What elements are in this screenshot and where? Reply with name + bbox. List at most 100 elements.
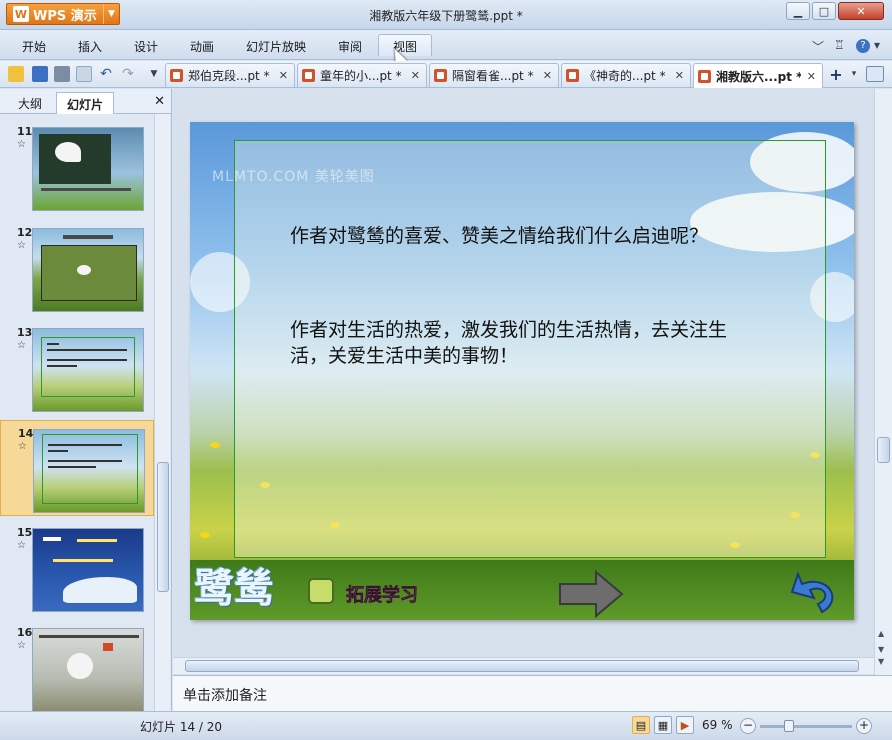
slide-thumbnail[interactable] [32,528,144,612]
slide-thumbnail-list: 11 ☆ 12 ☆ 13 ☆ 14 ☆ 15 ☆ 16 ☆ [0,114,154,711]
status-bar: 幻灯片 14 / 20 ▤ ▦ ▶ 69 % − + [0,711,892,740]
slide-counter: 幻灯片 14 / 20 [140,720,223,734]
chevron-down-icon[interactable]: ▾ [874,38,880,52]
horizontal-scrollbar[interactable] [173,657,874,674]
undo-icon[interactable]: ↶ [98,66,114,82]
ppt-file-icon [434,69,447,82]
document-tab[interactable]: 郑伯克段...pt * ✕ [165,63,295,87]
slide-thumbnail[interactable] [32,127,144,211]
ppt-file-icon [698,69,711,83]
document-tab[interactable]: 童年的小...pt * ✕ [297,63,427,87]
close-panel-icon[interactable]: ✕ [154,94,165,109]
animation-star-icon: ☆ [17,240,26,251]
maximize-button[interactable]: □ [812,2,836,20]
open-folder-icon[interactable] [8,66,24,82]
thumbnail-scrollbar-thumb[interactable] [157,462,169,592]
next-arrow-icon[interactable] [558,570,624,618]
panel-tabs: 大纲 幻灯片 ✕ [0,89,171,114]
app-menu-label: WPS 演示 [33,8,97,24]
menu-view[interactable]: 视图 [378,34,432,56]
ribbon-collapse-icon[interactable]: ﹀ [812,38,824,55]
slide-thumbnail-row[interactable]: 16 ☆ [0,620,154,711]
redo-icon[interactable]: ↷ [120,66,136,82]
flower-shape [200,532,210,538]
ppt-file-icon [170,69,183,82]
return-arrow-icon[interactable] [788,570,844,618]
save-icon[interactable] [32,66,48,82]
menu-insert[interactable]: 插入 [70,35,110,57]
slide-thumbnail-row[interactable]: 12 ☆ [0,220,154,316]
menu-slideshow[interactable]: 幻灯片放映 [238,35,314,57]
book-icon [308,578,334,604]
slide-paragraph-answer: 作者对生活的热爱，激发我们的生活热情，去关注生活，关爱生活中美的事物！ [290,319,728,367]
slide-paragraph-question: 作者对鹭鸶的喜爱、赞美之情给我们什么启迪呢？ [290,225,709,247]
document-tab-active[interactable]: 湘教版六...pt * ✕ [693,63,823,88]
slide-thumbnail-row[interactable]: 15 ☆ [0,520,154,616]
current-slide[interactable]: MLMTO.COM 美轮美图 作者对鹭鸶的喜爱、赞美之情给我们什么启迪呢？ 作者… [190,122,854,620]
slide-thumbnail[interactable] [33,429,145,513]
slide-thumbnail-row[interactable]: 13 ☆ [0,320,154,416]
window-layout-icon[interactable] [866,66,884,82]
skin-shirt-icon[interactable]: ♖ [834,38,845,52]
flower-shape [210,442,220,448]
animation-star-icon: ☆ [17,139,26,150]
extend-learning-label: 拓展学习 [346,585,419,607]
scroll-down-icon[interactable]: ▼ [878,645,884,654]
slideshow-view-icon[interactable]: ▶ [676,716,694,734]
horizontal-scrollbar-thumb[interactable] [185,660,859,672]
slides-panel: 大纲 幻灯片 ✕ 11 ☆ 12 ☆ 13 ☆ 14 ☆ 15 ☆ 16 ☆ [0,89,172,711]
close-tab-icon[interactable]: ✕ [807,70,816,83]
vertical-scrollbar-thumb[interactable] [877,437,890,463]
close-tab-icon[interactable]: ✕ [411,69,420,82]
slide-thumbnail[interactable] [32,628,144,711]
zoom-in-icon[interactable]: + [856,718,872,734]
slide-thumbnail[interactable] [32,328,144,412]
chevron-down-icon[interactable]: ▾ [846,66,862,82]
zoom-slider[interactable] [760,725,852,728]
zoom-level: 69 % [702,718,733,732]
tab-slides[interactable]: 幻灯片 [56,92,114,114]
new-tab-plus-icon[interactable]: + [828,65,844,84]
title-bar: W WPS 演示 ▼ 湘教版六年级下册鹭鸶.ppt * ▁ □ ✕ [0,0,892,30]
minimize-button[interactable]: ▁ [786,2,810,20]
normal-view-icon[interactable]: ▤ [632,716,650,734]
close-tab-icon[interactable]: ✕ [279,69,288,82]
notes-pane[interactable]: 单击添加备注 [173,675,892,711]
close-window-button[interactable]: ✕ [838,2,884,20]
heron-title-art: 鹭鸶 [194,565,274,612]
close-tab-icon[interactable]: ✕ [675,69,684,82]
slide-sorter-view-icon[interactable]: ▦ [654,716,672,734]
document-tab[interactable]: 隔窗看雀...pt * ✕ [429,63,559,87]
app-menu-button[interactable]: W WPS 演示 ▼ [6,3,120,25]
slide-thumbnail-row[interactable]: 11 ☆ [0,119,154,215]
tab-outline[interactable]: 大纲 [8,92,52,114]
scroll-up-icon[interactable]: ▲ [878,629,884,638]
ppt-file-icon [566,69,579,82]
vertical-scrollbar[interactable]: ▲ ▼ ▼ [874,89,892,675]
print-icon[interactable] [54,66,70,82]
slide-thumbnail-row-selected[interactable]: 14 ☆ [0,420,154,516]
menu-animation[interactable]: 动画 [182,35,222,57]
slide-thumbnail[interactable] [32,228,144,312]
wps-logo-icon: W [13,6,29,22]
customize-toolbar-icon[interactable]: ▼ [146,66,162,82]
slide-editing-area: MLMTO.COM 美轮美图 作者对鹭鸶的喜爱、赞美之情给我们什么启迪呢？ 作者… [173,89,892,675]
menu-home[interactable]: 开始 [14,35,54,57]
document-tab[interactable]: 《神奇的...pt * ✕ [561,63,691,87]
help-icon[interactable]: ? [856,39,870,53]
animation-star-icon: ☆ [18,441,27,452]
slide-text-box[interactable]: 作者对鹭鸶的喜爱、赞美之情给我们什么启迪呢？ 作者对生活的热爱，激发我们的生活热… [234,140,826,558]
menu-bar: 开始 插入 设计 动画 幻灯片放映 审阅 视图 ﹀ ♖ ? ▾ [0,30,892,60]
thumbnail-scrollbar[interactable] [154,114,170,711]
ppt-file-icon [302,69,315,82]
animation-star-icon: ☆ [17,640,26,651]
zoom-out-icon[interactable]: − [740,718,756,734]
next-slide-icon[interactable]: ▼ [878,657,884,666]
animation-star-icon: ☆ [17,540,26,551]
menu-design[interactable]: 设计 [126,35,166,57]
close-tab-icon[interactable]: ✕ [543,69,552,82]
menu-review[interactable]: 审阅 [330,35,370,57]
zoom-slider-handle[interactable] [784,720,794,732]
animation-star-icon: ☆ [17,340,26,351]
print-preview-icon[interactable] [76,66,92,82]
